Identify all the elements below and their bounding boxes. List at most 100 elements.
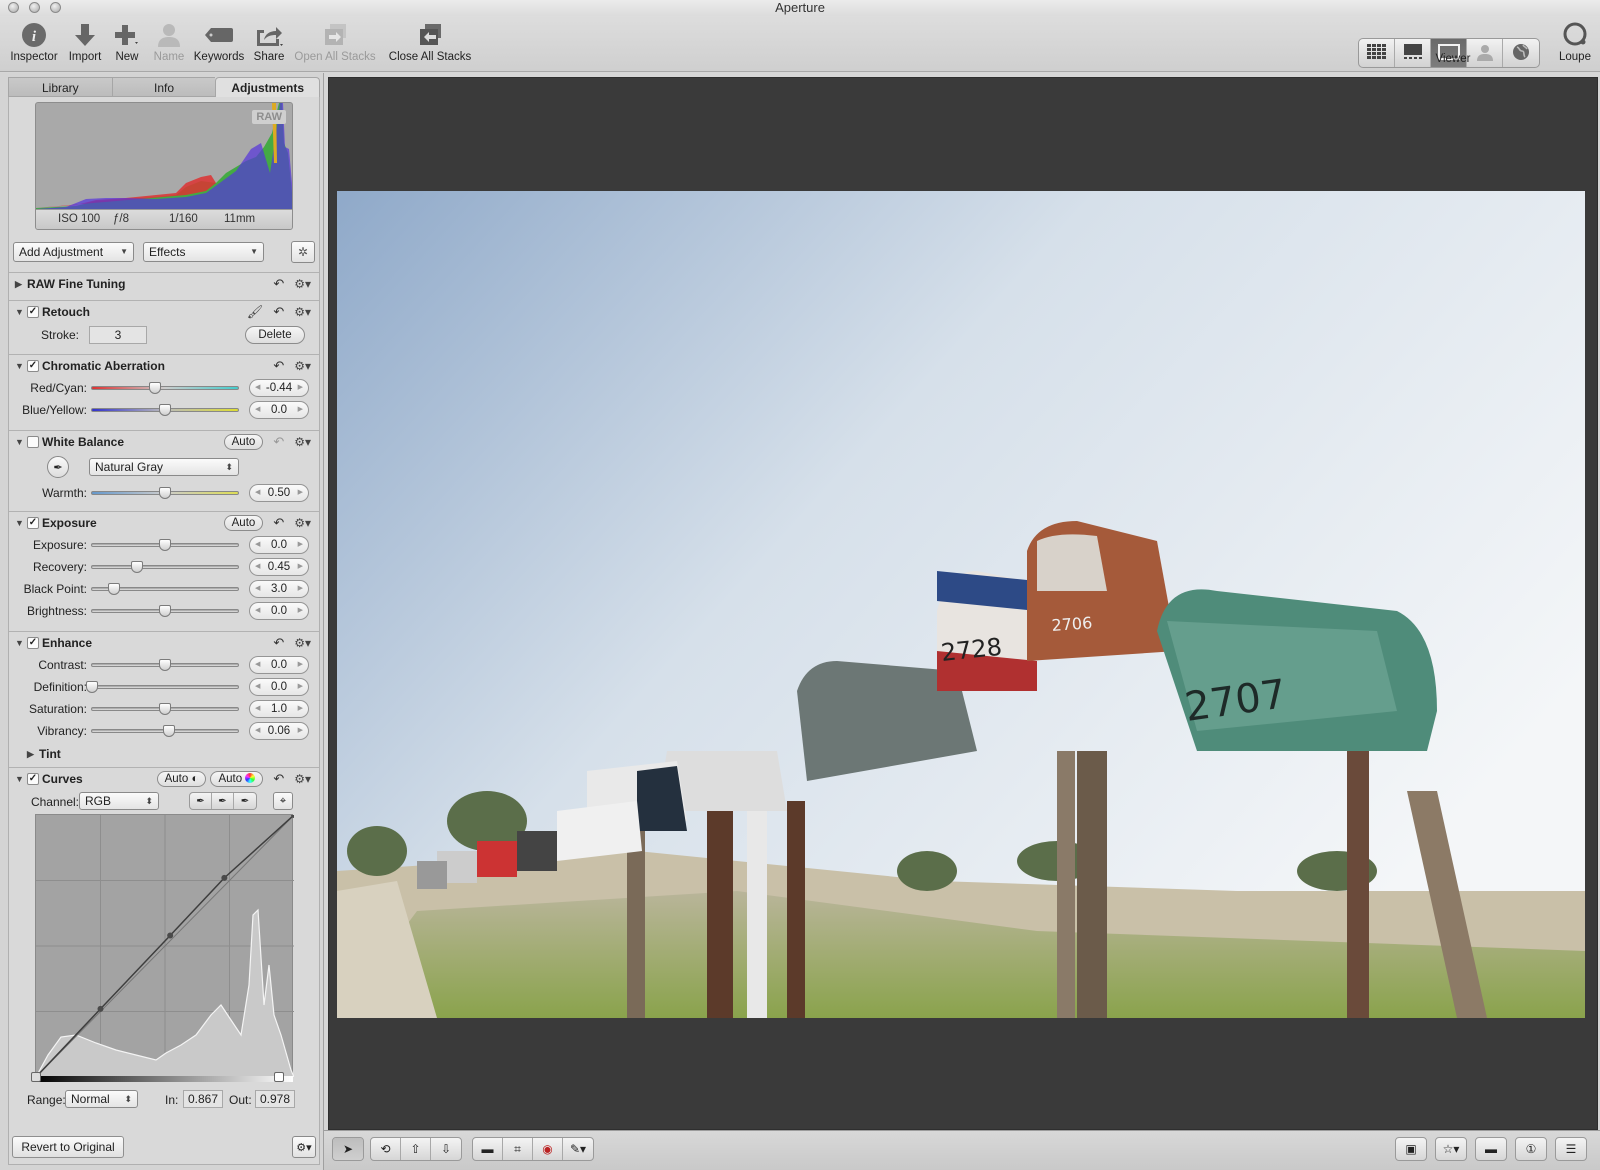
disclosure-expanded-icon[interactable]: ▼: [15, 301, 27, 323]
value-stepper[interactable]: ◀ 0.0 ▶: [249, 678, 309, 696]
black-point-eyedropper[interactable]: ✒: [190, 793, 212, 809]
delete-button[interactable]: Delete: [245, 326, 305, 344]
in-value-field[interactable]: 0.867: [183, 1090, 223, 1108]
red-eye-tool-button[interactable]: ◉: [533, 1138, 563, 1160]
name-button[interactable]: Name: [150, 20, 188, 63]
increment-arrow-icon[interactable]: ▶: [298, 380, 303, 396]
primary-only-button[interactable]: ①: [1516, 1138, 1546, 1160]
reset-icon[interactable]: ↶: [273, 276, 284, 292]
slider-thumb[interactable]: [159, 605, 171, 617]
white-point-eyedropper[interactable]: ✒: [234, 793, 256, 809]
out-value-field[interactable]: 0.978: [255, 1090, 295, 1108]
white-balance-mode-select[interactable]: Natural Gray ⬍: [89, 458, 239, 476]
increment-arrow-icon[interactable]: ▶: [298, 679, 303, 695]
grid-view-button[interactable]: [1359, 39, 1395, 67]
reset-icon[interactable]: ↶: [273, 358, 284, 374]
increment-arrow-icon[interactable]: ▶: [298, 537, 303, 553]
value-stepper[interactable]: ◀ 0.50 ▶: [249, 484, 309, 502]
decrement-arrow-icon[interactable]: ◀: [255, 485, 260, 501]
slider-thumb[interactable]: [159, 487, 171, 499]
curves-graph[interactable]: [35, 814, 294, 1077]
stroke-field[interactable]: 3: [89, 326, 147, 344]
curves-checkbox[interactable]: ✓: [27, 773, 39, 785]
value-stepper[interactable]: ◀ 0.0 ▶: [249, 602, 309, 620]
curves-auto-luminance-button[interactable]: Auto ◐: [156, 771, 207, 787]
curve-control-point[interactable]: [167, 932, 174, 939]
tab-info[interactable]: Info: [111, 77, 216, 97]
decrement-arrow-icon[interactable]: ◀: [255, 679, 260, 695]
slider-track[interactable]: [91, 487, 239, 499]
open-all-stacks-button[interactable]: Open All Stacks: [292, 20, 378, 63]
chromatic-aberration-checkbox[interactable]: ✓: [27, 360, 39, 372]
brush-tool-button[interactable]: ✎▾: [563, 1138, 593, 1160]
decrement-arrow-icon[interactable]: ◀: [255, 701, 260, 717]
decrement-arrow-icon[interactable]: ◀: [255, 581, 260, 597]
slider-thumb[interactable]: [86, 681, 98, 693]
slider-track[interactable]: [91, 561, 239, 573]
slider-track[interactable]: [91, 605, 239, 617]
reset-icon[interactable]: ↶: [273, 304, 284, 320]
value-stepper[interactable]: ◀ -0.44 ▶: [249, 379, 309, 397]
reset-icon[interactable]: ↶: [273, 771, 284, 787]
value-stepper[interactable]: ◀ 0.06 ▶: [249, 722, 309, 740]
slider-thumb[interactable]: [159, 703, 171, 715]
decrement-arrow-icon[interactable]: ◀: [255, 559, 260, 575]
white-balance-checkbox[interactable]: [27, 436, 39, 448]
value-stepper[interactable]: ◀ 0.0 ▶: [249, 656, 309, 674]
value-stepper[interactable]: ◀ 0.45 ▶: [249, 558, 309, 576]
panel-action-button[interactable]: ⚙▾: [292, 1136, 316, 1158]
select-tool-button[interactable]: ➤: [333, 1138, 363, 1160]
filmstrip-button[interactable]: ▬: [1476, 1138, 1506, 1160]
tint-subsection[interactable]: ▶ Tint: [27, 743, 61, 765]
gear-icon[interactable]: ⚙▾: [294, 359, 311, 373]
import-button[interactable]: Import: [64, 20, 106, 63]
decrement-arrow-icon[interactable]: ◀: [255, 380, 260, 396]
auto-enhance-button[interactable]: ✲: [291, 241, 315, 263]
tab-adjustments[interactable]: Adjustments: [215, 77, 321, 97]
slider-track[interactable]: [91, 382, 239, 394]
enhance-checkbox[interactable]: ✓: [27, 637, 39, 649]
curves-canvas[interactable]: [36, 815, 294, 1077]
value-stepper[interactable]: ◀ 3.0 ▶: [249, 580, 309, 598]
decrement-arrow-icon[interactable]: ◀: [255, 603, 260, 619]
slider-track[interactable]: [91, 539, 239, 551]
slider-track[interactable]: [86, 681, 239, 693]
close-all-stacks-button[interactable]: Close All Stacks: [384, 20, 476, 63]
slider-track[interactable]: [91, 583, 239, 595]
increment-arrow-icon[interactable]: ▶: [298, 723, 303, 739]
add-point-button[interactable]: ⌖: [273, 792, 293, 810]
straighten-tool-button[interactable]: ▬: [473, 1138, 503, 1160]
reset-icon[interactable]: ↶: [273, 515, 284, 531]
increment-arrow-icon[interactable]: ▶: [298, 559, 303, 575]
decrement-arrow-icon[interactable]: ◀: [255, 723, 260, 739]
tab-library[interactable]: Library: [8, 77, 112, 97]
slider-thumb[interactable]: [159, 539, 171, 551]
revert-to-original-button[interactable]: Revert to Original: [12, 1136, 124, 1158]
slider-thumb[interactable]: [131, 561, 144, 573]
disclosure-expanded-icon[interactable]: ▼: [15, 632, 27, 654]
decrement-arrow-icon[interactable]: ◀: [255, 402, 260, 418]
disclosure-expanded-icon[interactable]: ▼: [15, 355, 27, 377]
brush-icon[interactable]: 🖌: [247, 304, 264, 320]
gear-icon[interactable]: ⚙▾: [294, 636, 311, 650]
black-point-handle[interactable]: [31, 1072, 41, 1082]
white-balance-auto-button[interactable]: Auto: [223, 434, 264, 450]
gear-icon[interactable]: ⚙▾: [294, 305, 311, 319]
disclosure-expanded-icon[interactable]: ▼: [15, 431, 27, 453]
effects-dropdown[interactable]: Effects ▼: [143, 242, 264, 262]
curves-auto-color-button[interactable]: Auto: [210, 771, 264, 787]
inspector-button[interactable]: i Inspector: [8, 20, 60, 63]
decrement-arrow-icon[interactable]: ◀: [255, 537, 260, 553]
increment-arrow-icon[interactable]: ▶: [298, 657, 303, 673]
slider-thumb[interactable]: [107, 583, 120, 595]
metadata-overlay-button[interactable]: ☆▾: [1436, 1138, 1466, 1160]
increment-arrow-icon[interactable]: ▶: [298, 603, 303, 619]
reset-icon[interactable]: ↶: [273, 434, 284, 450]
disclosure-collapsed-icon[interactable]: ▶: [27, 743, 39, 765]
gear-icon[interactable]: ⚙▾: [294, 435, 311, 449]
disclosure-expanded-icon[interactable]: ▼: [15, 768, 27, 790]
slider-track[interactable]: [91, 703, 239, 715]
decrement-arrow-icon[interactable]: ◀: [255, 657, 260, 673]
photo-mailboxes[interactable]: 2707 2728 2706: [337, 191, 1585, 1018]
places-button[interactable]: [1503, 39, 1539, 67]
